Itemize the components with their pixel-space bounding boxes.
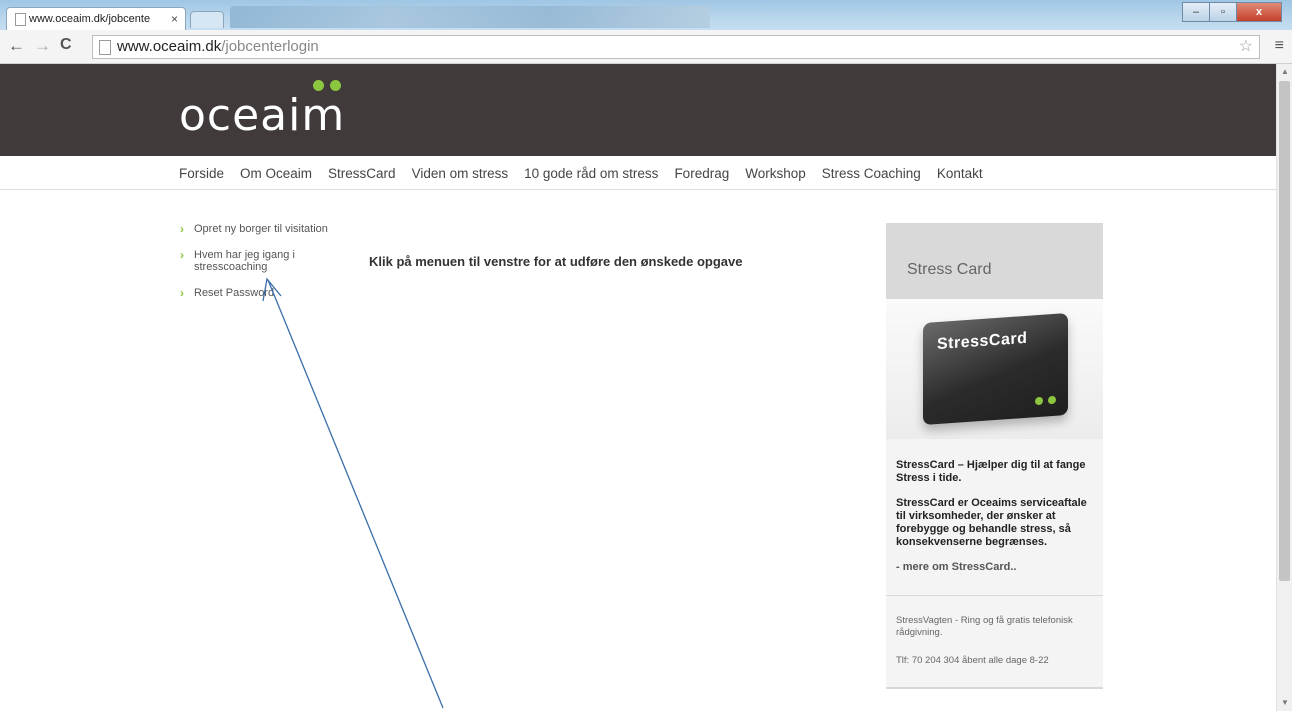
annotation-arrow	[262, 277, 444, 709]
annotation-arrow-line	[267, 279, 444, 709]
